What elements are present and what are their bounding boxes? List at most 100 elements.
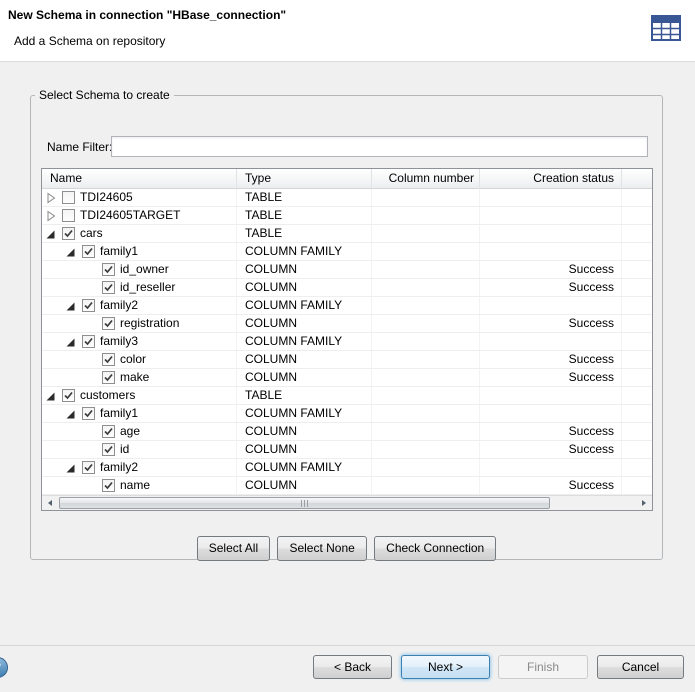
row-name-cell: age [42,423,237,440]
expand-arrow[interactable] [86,425,102,438]
row-checkbox[interactable] [102,371,115,384]
row-checkbox[interactable] [82,299,95,312]
select-none-button[interactable]: Select None [277,536,366,561]
table-row[interactable]: customers TABLE [42,387,652,405]
table-row[interactable]: name COLUMN Success [42,477,652,495]
expand-arrow[interactable] [86,281,102,294]
help-button[interactable]: ? [0,657,8,678]
select-schema-group: Select Schema to create Name Filter: Nam… [30,88,663,560]
name-filter-input[interactable] [111,136,648,157]
row-checkbox[interactable] [82,407,95,420]
row-checkbox[interactable] [82,245,95,258]
row-checkbox[interactable] [82,335,95,348]
row-checkbox[interactable] [62,227,75,240]
expand-arrow[interactable] [46,389,62,402]
checkmark-icon [63,228,74,239]
collapsed-triangle-icon [46,192,56,204]
table-row[interactable]: family3 COLUMN FAMILY [42,333,652,351]
expanded-triangle-icon [66,300,76,312]
row-creation-status-cell: Success [480,315,622,332]
next-button[interactable]: Next > [401,655,490,679]
table-row[interactable]: age COLUMN Success [42,423,652,441]
column-header-type[interactable]: Type [237,169,372,189]
row-name-cell: customers [42,387,237,404]
back-button[interactable]: < Back [313,655,392,679]
row-checkbox[interactable] [102,317,115,330]
row-checkbox[interactable] [102,263,115,276]
expand-arrow[interactable] [66,299,82,312]
table-row[interactable]: id_owner COLUMN Success [42,261,652,279]
row-type-cell: COLUMN FAMILY [237,243,372,260]
table-row[interactable]: id_reseller COLUMN Success [42,279,652,297]
row-name-label: make [120,369,149,386]
row-name-label: id_owner [120,261,169,278]
checkmark-icon [83,300,94,311]
row-name-label: family3 [100,333,138,350]
table-row[interactable]: registration COLUMN Success [42,315,652,333]
expand-arrow[interactable] [86,371,102,384]
row-name-label: color [120,351,146,368]
expand-arrow[interactable] [86,479,102,492]
row-column-number-cell [372,333,480,350]
row-checkbox[interactable] [102,425,115,438]
expanded-triangle-icon [46,228,56,240]
row-name-label: id_reseller [120,279,175,296]
check-connection-button[interactable]: Check Connection [374,536,496,561]
table-row[interactable]: family1 COLUMN FAMILY [42,405,652,423]
expand-arrow[interactable] [66,245,82,258]
table-row[interactable]: TDI24605TARGET TABLE [42,207,652,225]
row-checkbox[interactable] [62,191,75,204]
checkmark-icon [83,336,94,347]
table-row[interactable]: color COLUMN Success [42,351,652,369]
row-checkbox[interactable] [62,209,75,222]
table-row[interactable]: id COLUMN Success [42,441,652,459]
expand-arrow[interactable] [66,407,82,420]
horizontal-scrollbar[interactable] [42,495,652,510]
scrollbar-thumb[interactable] [59,497,550,509]
expand-arrow[interactable] [86,443,102,456]
expand-arrow[interactable] [46,227,62,240]
row-checkbox[interactable] [82,461,95,474]
row-checkbox[interactable] [102,479,115,492]
row-name-label: cars [80,225,103,242]
table-row[interactable]: family2 COLUMN FAMILY [42,459,652,477]
scroll-right-button[interactable] [636,496,652,510]
column-header-name[interactable]: Name [42,169,237,189]
column-header-column-number[interactable]: Column number [372,169,480,189]
scrollbar-track[interactable] [58,496,636,510]
expand-arrow[interactable] [46,209,62,222]
row-checkbox[interactable] [102,443,115,456]
expand-arrow[interactable] [86,263,102,276]
row-type-cell: COLUMN [237,441,372,458]
row-name-cell: family2 [42,297,237,314]
row-name-cell: registration [42,315,237,332]
row-creation-status-cell [480,297,622,314]
expand-arrow[interactable] [66,335,82,348]
cancel-button[interactable]: Cancel [597,655,684,679]
select-all-button[interactable]: Select All [197,536,270,561]
row-checkbox[interactable] [102,281,115,294]
expand-arrow[interactable] [66,461,82,474]
row-name-cell: cars [42,225,237,242]
table-row[interactable]: TDI24605 TABLE [42,189,652,207]
expand-arrow[interactable] [46,191,62,204]
row-checkbox[interactable] [62,389,75,402]
expanded-triangle-icon [46,390,56,402]
table-row[interactable]: family1 COLUMN FAMILY [42,243,652,261]
table-body: TDI24605 TABLE TDI24605TARGET TABLE [42,189,652,495]
row-filler-cell [622,333,652,350]
row-column-number-cell [372,405,480,422]
expand-arrow[interactable] [86,317,102,330]
row-filler-cell [622,261,652,278]
table-row[interactable]: make COLUMN Success [42,369,652,387]
row-creation-status-cell: Success [480,423,622,440]
column-header-creation-status[interactable]: Creation status [480,169,622,189]
table-row[interactable]: family2 COLUMN FAMILY [42,297,652,315]
expand-arrow[interactable] [86,353,102,366]
table-row[interactable]: cars TABLE [42,225,652,243]
row-checkbox[interactable] [102,353,115,366]
scroll-left-button[interactable] [42,496,58,510]
row-type-cell: COLUMN [237,279,372,296]
row-creation-status-cell [480,225,622,242]
row-name-cell: make [42,369,237,386]
